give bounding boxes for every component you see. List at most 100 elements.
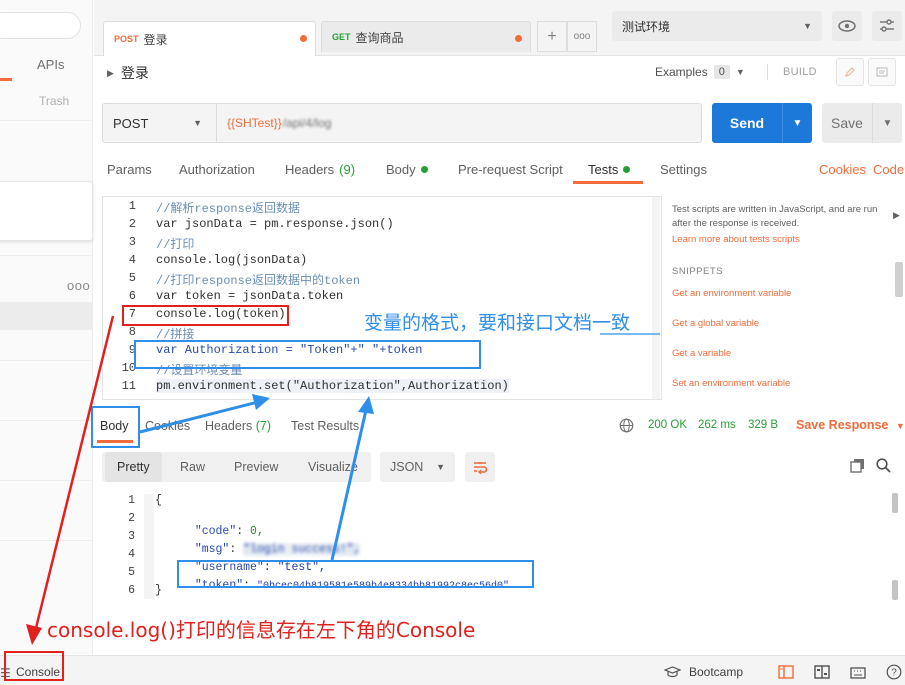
- url-path: /api/4/log: [282, 116, 332, 130]
- edit-pencil-icon[interactable]: [836, 58, 864, 86]
- save-button[interactable]: Save ▼: [822, 103, 902, 143]
- editor-scrollbar[interactable]: [652, 197, 660, 399]
- globe-icon[interactable]: [619, 418, 634, 436]
- snippets-scrollbar[interactable]: [895, 262, 903, 297]
- tab-method: POST: [114, 34, 139, 44]
- response-tab-headers[interactable]: Headers (7): [205, 419, 271, 433]
- cookies-link[interactable]: Cookies: [819, 162, 866, 177]
- snippet-item[interactable]: Get a global variable: [672, 318, 759, 329]
- snippet-item[interactable]: Get an environment variable: [672, 288, 791, 299]
- response-status[interactable]: 200 OK: [648, 419, 687, 431]
- url-input[interactable]: {{SHTest}} /api/4/log: [217, 103, 702, 143]
- annotation-box-console-log: [122, 305, 289, 326]
- line-number: 9: [128, 343, 136, 357]
- response-tab-test-results[interactable]: Test Results: [291, 419, 359, 433]
- build-mode-toggle[interactable]: BUILD: [783, 66, 817, 78]
- sidebar-more-icon[interactable]: ooo: [67, 278, 90, 293]
- tab-body-label: Body: [386, 162, 416, 177]
- sidebar-trash-link[interactable]: Trash: [39, 94, 69, 108]
- tab-params[interactable]: Params: [107, 162, 152, 177]
- tab-headers[interactable]: Headers (9): [285, 162, 355, 177]
- unsaved-dot-icon: [515, 35, 522, 42]
- collapse-panel-arrow-icon[interactable]: ▶: [893, 210, 900, 221]
- code-link[interactable]: Code: [873, 162, 904, 177]
- sidebar-divider: [0, 540, 93, 541]
- response-language-select[interactable]: JSON ▼: [380, 452, 455, 482]
- manage-environments-sliders-icon[interactable]: [872, 11, 902, 41]
- chevron-down-icon: ▼: [735, 67, 745, 77]
- annotation-box-token: [177, 560, 534, 588]
- response-line-number: 1: [128, 494, 135, 507]
- environment-quick-look-eye-icon[interactable]: [832, 11, 862, 41]
- two-pane-view-icon[interactable]: [777, 663, 795, 681]
- new-tab-plus-icon[interactable]: +: [537, 21, 567, 52]
- format-raw[interactable]: Raw: [168, 452, 217, 482]
- response-time[interactable]: 262 ms: [698, 419, 736, 431]
- format-pretty[interactable]: Pretty: [105, 452, 162, 482]
- tab-params-label: Params: [107, 162, 152, 177]
- tab-login[interactable]: POST 登录: [103, 21, 316, 56]
- response-headers-count: (7): [255, 419, 272, 433]
- tab-settings[interactable]: Settings: [660, 162, 707, 177]
- help-icon[interactable]: ?: [885, 663, 903, 681]
- code-line: console.log(jsonData): [156, 253, 308, 267]
- tab-prerequest-script[interactable]: Pre-request Script: [458, 162, 563, 177]
- unsaved-dot-icon: [300, 35, 307, 42]
- send-button[interactable]: Send ▼: [712, 103, 812, 143]
- tests-indicator-dot-icon: [623, 166, 631, 173]
- request-title[interactable]: ▶ 登录: [107, 63, 149, 83]
- snippet-item[interactable]: Set an environment variable: [672, 378, 790, 389]
- tab-query-goods[interactable]: GET 查询商品: [321, 21, 531, 52]
- sidebar-search-input[interactable]: [0, 12, 81, 39]
- tabs-more-icon[interactable]: ooo: [567, 21, 597, 52]
- send-options-chevron-icon[interactable]: ▼: [783, 118, 812, 129]
- environment-select[interactable]: 测试环境 ▼: [612, 11, 822, 41]
- http-method-select[interactable]: POST ▼: [102, 103, 217, 143]
- response-scrollbar-top[interactable]: [892, 493, 898, 513]
- response-size[interactable]: 329 B: [748, 419, 778, 431]
- copy-icon[interactable]: [850, 458, 865, 476]
- search-icon[interactable]: [876, 458, 891, 476]
- annotation-box-authorization: [134, 340, 481, 369]
- line-number: 8: [128, 325, 136, 339]
- tab-authorization[interactable]: Authorization: [179, 162, 255, 177]
- save-response-button[interactable]: Save Response ▼: [796, 418, 905, 432]
- tab-headers-label: Headers: [285, 162, 335, 177]
- keyboard-shortcuts-icon[interactable]: [849, 663, 867, 681]
- chevron-down-icon: ▼: [436, 462, 445, 472]
- request-name: 登录: [120, 65, 149, 81]
- line-number: 1: [128, 199, 136, 213]
- sidebar-selected-request[interactable]: [0, 302, 93, 330]
- learn-more-link[interactable]: Learn more about tests scripts: [672, 234, 800, 245]
- response-tab-cookies[interactable]: Cookies: [145, 419, 190, 433]
- wrap-lines-icon[interactable]: [465, 452, 495, 482]
- line-number: 3: [128, 235, 136, 249]
- comments-icon[interactable]: [868, 58, 896, 86]
- tab-body[interactable]: Body: [386, 162, 428, 177]
- tab-method: GET: [332, 32, 351, 42]
- tests-hint-text: Test scripts are written in JavaScript, …: [672, 204, 878, 229]
- tab-tests[interactable]: Tests: [588, 162, 631, 177]
- send-label: Send: [729, 115, 765, 131]
- format-visualize[interactable]: Visualize: [296, 452, 370, 482]
- code-line: //解析response返回数据: [156, 202, 301, 216]
- fold-gutter: [144, 494, 154, 599]
- line-number: 11: [121, 379, 136, 393]
- code-line: var token = jsonData.token: [156, 289, 344, 303]
- response-headers-label: Headers: [205, 419, 253, 433]
- line-number: 4: [128, 253, 136, 267]
- expand-arrow-icon[interactable]: ▶: [107, 68, 114, 79]
- sidebar-tab-apis[interactable]: APIs: [37, 57, 64, 72]
- graduation-cap-icon: [664, 665, 681, 677]
- sidebar-divider: [0, 360, 93, 361]
- format-preview[interactable]: Preview: [222, 452, 290, 482]
- examples-dropdown[interactable]: Examples 0 ▼: [655, 65, 745, 79]
- sidebar-collection-card[interactable]: [0, 181, 93, 241]
- bootcamp-button[interactable]: Bootcamp: [664, 665, 743, 679]
- snippets-heading: SNIPPETS: [672, 266, 723, 277]
- save-options-chevron-icon[interactable]: ▼: [873, 118, 902, 129]
- response-scrollbar-bottom[interactable]: [892, 580, 898, 600]
- layout-grid-icon[interactable]: [813, 663, 831, 681]
- snippet-item[interactable]: Get a variable: [672, 348, 731, 359]
- tests-tab-underline: [573, 181, 643, 184]
